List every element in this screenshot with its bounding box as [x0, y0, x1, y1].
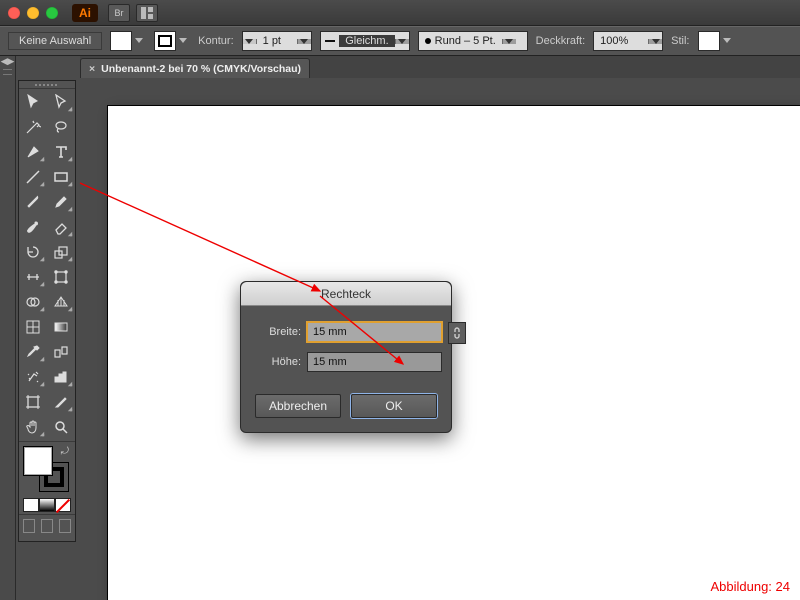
artboard-tool[interactable] — [19, 389, 47, 414]
width-input[interactable] — [307, 322, 442, 342]
rectangle-dialog: Rechteck Breite: Höhe: — [240, 281, 452, 433]
opacity-value: 100% — [594, 35, 648, 47]
stroke-dash-value: Gleichm. — [339, 35, 394, 47]
opacity-combo[interactable]: 100% — [593, 31, 663, 51]
hand-tool[interactable] — [19, 414, 47, 439]
color-mode-none[interactable] — [55, 498, 71, 512]
draw-mode-normal[interactable] — [23, 519, 35, 533]
artboard[interactable] — [108, 106, 800, 600]
dash-preview-icon — [325, 40, 336, 42]
direct-selection-tool[interactable] — [47, 89, 75, 114]
pen-tool[interactable] — [19, 139, 47, 164]
swap-fill-stroke-icon[interactable]: ⤾ — [61, 446, 69, 457]
screen-mode-row — [23, 519, 71, 533]
rotate-tool[interactable] — [19, 239, 47, 264]
magic-wand-tool[interactable] — [19, 114, 47, 139]
fill-stroke-control[interactable]: ⤾ — [23, 446, 71, 494]
stroke-weight-value: 1 pt — [257, 35, 297, 47]
width-tool[interactable] — [19, 264, 47, 289]
expand-handle-icon: ◀▶ — [0, 56, 15, 66]
mac-titlebar: Ai Br — [0, 0, 800, 26]
draw-mode-inside[interactable] — [59, 519, 71, 533]
bridge-button[interactable]: Br — [108, 4, 130, 22]
stroke-dash-combo[interactable]: Gleichm. — [320, 31, 410, 51]
eyedropper-tool[interactable] — [19, 339, 47, 364]
lasso-tool[interactable] — [47, 114, 75, 139]
brush-dot-icon — [425, 38, 431, 44]
opacity-label: Deckkraft: — [536, 35, 586, 47]
color-mode-solid[interactable] — [23, 498, 39, 512]
control-bar: Keine Auswahl Kontur: 1 pt Gleichm. Rund… — [0, 26, 800, 56]
mesh-tool[interactable] — [19, 314, 47, 339]
color-mode-gradient[interactable] — [39, 498, 55, 512]
stroke-swatch[interactable] — [154, 31, 176, 51]
close-tab-icon[interactable]: × — [89, 63, 95, 75]
document-tab[interactable]: × Unbenannt-2 bei 70 % (CMYK/Vorschau) — [80, 58, 310, 78]
tools-panel: ⤾ — [18, 80, 76, 542]
color-mode-row — [23, 498, 71, 512]
slice-tool[interactable] — [47, 389, 75, 414]
stroke-weight-combo[interactable]: 1 pt — [242, 31, 312, 51]
column-graph-tool[interactable] — [47, 364, 75, 389]
brush-profile-value: Rund – 5 Pt. — [435, 35, 496, 47]
perspective-grid-tool[interactable] — [47, 289, 75, 314]
fill-square-icon[interactable] — [23, 446, 53, 476]
eraser-tool[interactable] — [47, 214, 75, 239]
type-tool[interactable] — [47, 139, 75, 164]
height-input[interactable] — [307, 352, 442, 372]
style-label: Stil: — [671, 35, 689, 47]
blend-tool[interactable] — [47, 339, 75, 364]
figure-caption: Abbildung: 24 — [710, 579, 790, 594]
panel-expand-strip[interactable]: ◀▶ — [0, 56, 16, 600]
width-label: Breite: — [255, 326, 301, 338]
selection-tool[interactable] — [19, 89, 47, 114]
close-window-icon[interactable] — [8, 7, 20, 19]
zoom-window-icon[interactable] — [46, 7, 58, 19]
graphic-style-swatch[interactable] — [698, 31, 720, 51]
symbol-sprayer-tool[interactable] — [19, 364, 47, 389]
scale-tool[interactable] — [47, 239, 75, 264]
selection-indicator: Keine Auswahl — [8, 32, 102, 50]
stroke-label: Kontur: — [198, 35, 233, 47]
paintbrush-tool[interactable] — [19, 189, 47, 214]
draw-mode-behind[interactable] — [41, 519, 53, 533]
document-tab-bar: × Unbenannt-2 bei 70 % (CMYK/Vorschau) — [80, 56, 800, 78]
app-badge: Ai — [72, 4, 98, 22]
height-label: Höhe: — [255, 356, 301, 368]
ok-button[interactable]: OK — [351, 394, 437, 418]
arrange-documents-button[interactable] — [136, 4, 158, 22]
free-transform-tool[interactable] — [47, 264, 75, 289]
rectangle-tool[interactable] — [47, 164, 75, 189]
document-tab-label: Unbenannt-2 bei 70 % (CMYK/Vorschau) — [101, 63, 301, 75]
brush-profile-combo[interactable]: Rund – 5 Pt. — [418, 31, 528, 51]
expand-grip-icon — [3, 69, 12, 75]
shape-builder-tool[interactable] — [19, 289, 47, 314]
tools-grip-icon[interactable] — [19, 81, 75, 89]
pencil-tool[interactable] — [47, 189, 75, 214]
window-controls — [8, 7, 58, 19]
zoom-tool[interactable] — [47, 414, 75, 439]
constrain-proportions-button[interactable] — [448, 322, 466, 344]
line-segment-tool[interactable] — [19, 164, 47, 189]
gradient-tool[interactable] — [47, 314, 75, 339]
workspace: ◀▶ × Unbenannt-2 bei 70 % (CMYK/Vorschau… — [0, 56, 800, 600]
dialog-title: Rechteck — [241, 282, 451, 306]
fill-swatch[interactable] — [110, 31, 132, 51]
minimize-window-icon[interactable] — [27, 7, 39, 19]
cancel-button[interactable]: Abbrechen — [255, 394, 341, 418]
blob-brush-tool[interactable] — [19, 214, 47, 239]
